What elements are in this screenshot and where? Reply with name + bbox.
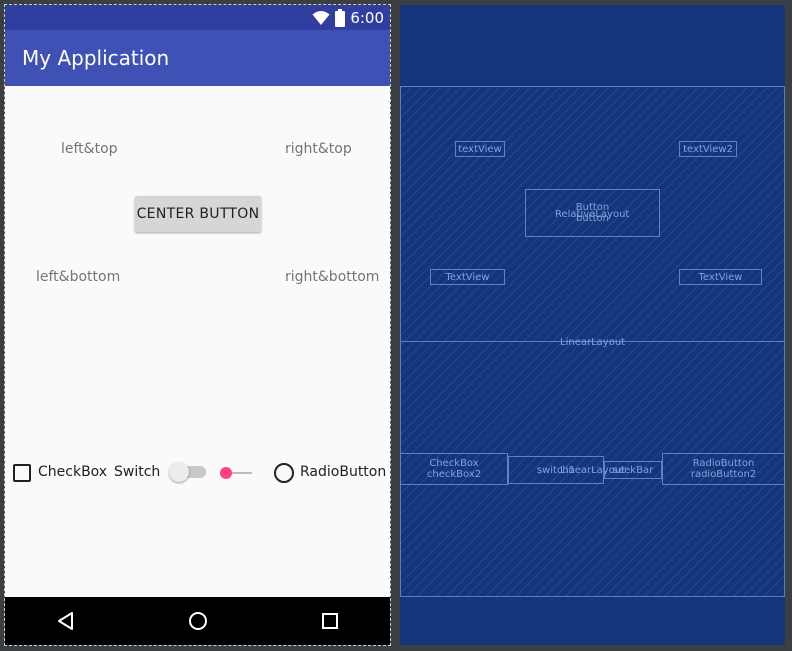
checkbox-label[interactable]: CheckBox [38,464,107,480]
blueprint-textview-bottom-right[interactable]: TextView [679,269,762,285]
blueprint-checkbox-line1: CheckBox [429,458,479,469]
checkbox[interactable] [13,464,31,482]
switch-label[interactable]: Switch [114,464,160,480]
blueprint-checkbox-line2: checkBox2 [426,469,482,480]
recents-icon[interactable] [318,609,342,633]
blueprint-textview-bottom-left[interactable]: TextView [430,269,505,285]
blueprint-radio-line2: radioButton2 [690,469,757,480]
blueprint-textview-bottom-right-label: TextView [698,271,743,283]
blueprint-textview[interactable]: textView [455,141,505,157]
text-right-top: right&top [285,141,352,157]
text-left-bottom: left&bottom [36,269,121,285]
wifi-icon [312,11,330,25]
controls-row: CheckBox Switch RadioButton [5,457,390,487]
text-left-top: left&top [61,141,118,157]
center-button[interactable]: CENTER BUTTON [135,196,261,232]
back-icon[interactable] [54,609,78,633]
blueprint-textview-bottom-left-label: TextView [445,271,490,283]
blueprint-textview2[interactable]: textView2 [679,141,737,157]
blueprint-textview2-label: textView2 [683,143,733,155]
blueprint-seekbar-label: seekBar [612,464,654,476]
blueprint-linear-layout-label: LinearLayout [560,337,626,348]
blueprint-radio-button[interactable]: RadioButton radioButton2 [662,453,785,485]
switch-thumb[interactable] [169,462,189,482]
app-bar: My Application [5,30,390,86]
radio-button[interactable] [274,463,294,483]
battery-icon [335,9,346,27]
blueprint-radio-line1: RadioButton [692,458,755,469]
navigation-bar [5,597,390,645]
blueprint-textview-label: textView [458,143,502,155]
status-time: 6:00 [350,9,384,27]
blueprint-surface: textView textView2 Button button Relativ… [400,5,785,645]
blueprint-seekbar[interactable]: seekBar [604,461,662,479]
blueprint-relative-layout-label: RelativeLayout [555,209,630,220]
text-right-bottom: right&bottom [285,269,380,285]
home-icon[interactable] [186,609,210,633]
radio-button-label[interactable]: RadioButton [300,464,386,480]
status-bar: 6:00 [5,5,390,30]
blueprint-checkbox[interactable]: CheckBox checkBox2 [400,453,508,485]
seekbar-thumb[interactable] [220,467,232,479]
app-title: My Application [22,46,170,70]
design-surface: 6:00 My Application left&top right&top C… [5,5,390,645]
